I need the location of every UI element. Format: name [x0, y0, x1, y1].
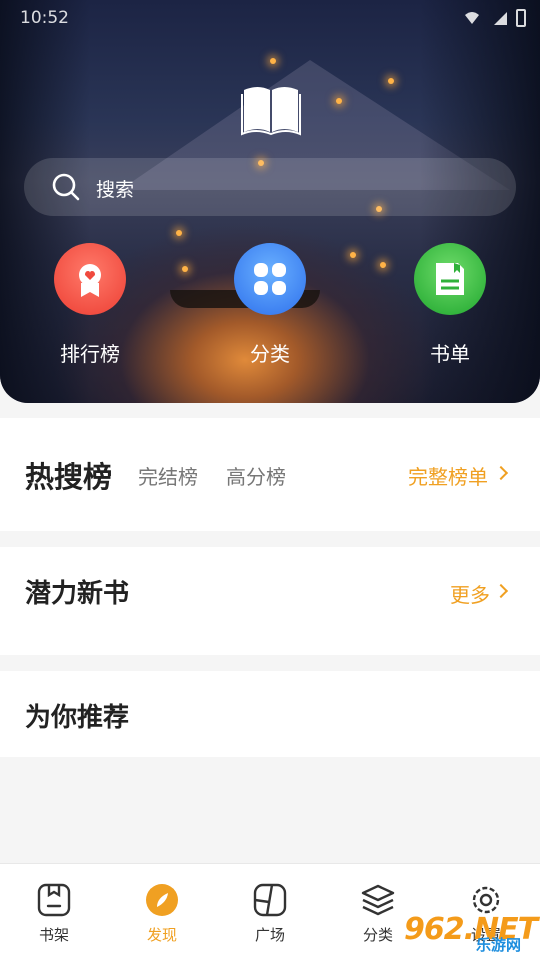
plaza-icon	[253, 883, 287, 917]
search-placeholder: 搜索	[96, 179, 135, 201]
chevron-right-icon	[493, 465, 509, 481]
quick-booklist-button[interactable]: 书单	[400, 243, 500, 367]
nav-bookshelf[interactable]: 书架	[14, 882, 94, 945]
tab-high-score[interactable]: 高分榜	[226, 461, 286, 490]
status-bar: 10:52	[0, 0, 540, 36]
full-ranking-link[interactable]: 完整榜单	[408, 461, 488, 490]
battery-icon	[516, 9, 526, 27]
nav-discover[interactable]: 发现	[122, 882, 202, 945]
quick-ranking-button[interactable]: 排行榜	[40, 243, 140, 367]
bookshelf-icon	[37, 883, 71, 917]
lantern	[182, 266, 188, 272]
hero-banner: 10:52 搜索 排行榜 分类 书单	[0, 0, 540, 403]
quick-category-button[interactable]: 分类	[220, 243, 320, 367]
recommend-section: 为你推荐	[0, 671, 540, 757]
search-bar[interactable]: 搜索	[24, 158, 516, 216]
watermark-logo: 962.NET 乐游网	[402, 912, 538, 956]
chevron-right-icon	[493, 583, 509, 599]
status-time: 10:52	[20, 8, 69, 28]
watermark-subtitle: 乐游网	[476, 936, 522, 954]
book-logo-icon	[241, 87, 301, 136]
section-title: 为你推荐	[25, 703, 130, 733]
nav-bookshelf-label: 书架	[38, 926, 69, 944]
lantern	[388, 78, 394, 84]
nav-discover-label: 发现	[146, 926, 177, 944]
quick-ranking-label: 排行榜	[60, 342, 120, 366]
signal-icon	[494, 12, 507, 25]
hot-ranking-section: 热搜榜 完结榜 高分榜 完整榜单	[0, 418, 540, 531]
tab-completed[interactable]: 完结榜	[138, 461, 198, 490]
lantern	[380, 262, 386, 268]
wifi-icon	[465, 12, 479, 24]
ranking-badge-icon	[54, 243, 126, 315]
category-grid-icon	[234, 243, 306, 315]
layers-icon	[361, 884, 395, 916]
lantern	[336, 98, 342, 104]
booklist-icon	[414, 243, 486, 315]
lantern	[350, 252, 356, 258]
quick-category-label: 分类	[250, 342, 290, 366]
tab-hot-search[interactable]: 热搜榜	[25, 454, 112, 496]
lantern	[176, 230, 182, 236]
search-icon	[52, 173, 80, 201]
lantern	[270, 58, 276, 64]
potential-new-books-section: 潜力新书 更多	[0, 547, 540, 655]
nav-plaza[interactable]: 广场	[230, 882, 310, 945]
section-title: 潜力新书	[25, 579, 130, 609]
compass-icon	[146, 884, 178, 916]
nav-plaza-label: 广场	[254, 926, 285, 944]
quick-booklist-label: 书单	[430, 342, 470, 366]
more-link[interactable]: 更多	[450, 579, 490, 608]
